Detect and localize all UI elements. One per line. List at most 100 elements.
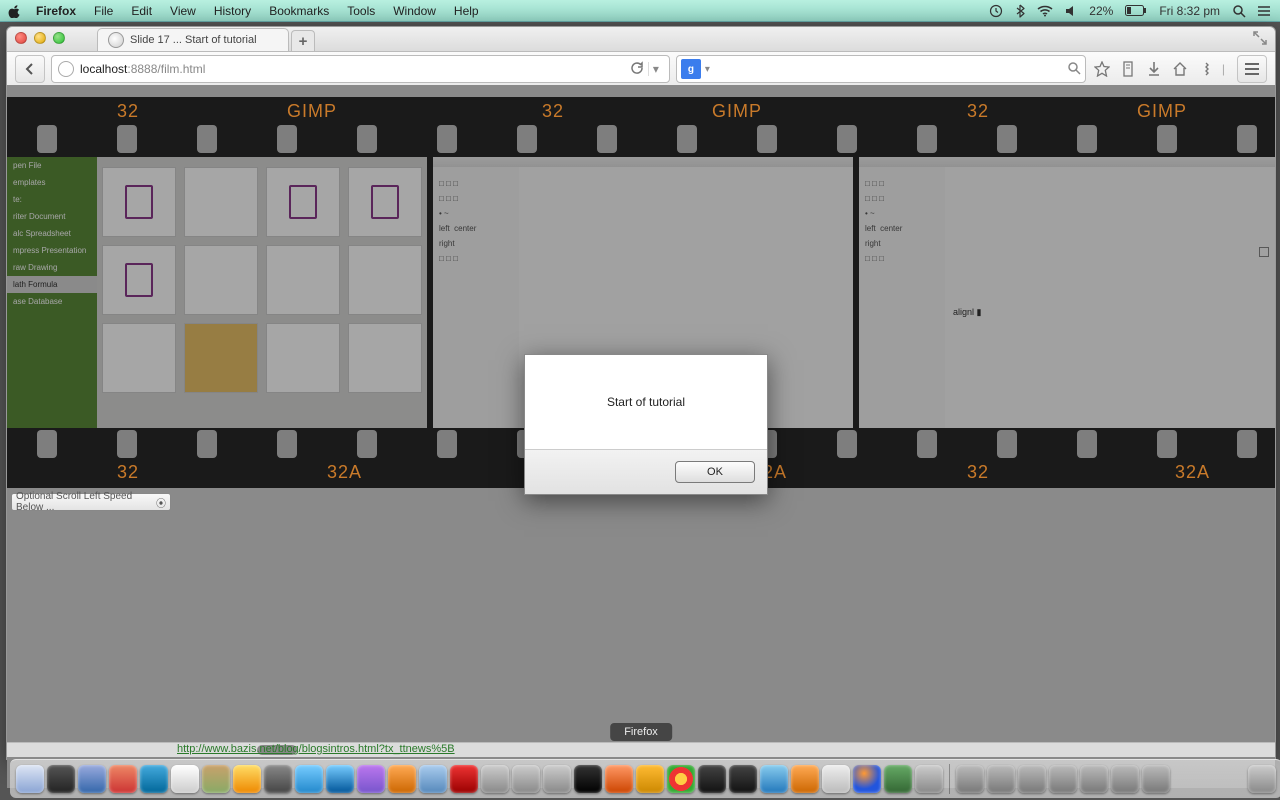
dock-launchpad[interactable] <box>47 765 75 793</box>
dock-notes[interactable] <box>233 765 261 793</box>
dock-app3[interactable] <box>326 765 354 793</box>
menu-window[interactable]: Window <box>393 4 436 18</box>
apple-menu-icon[interactable] <box>8 4 22 18</box>
menu-help[interactable]: Help <box>454 4 479 18</box>
dock-gimp[interactable] <box>636 765 664 793</box>
dock-app4[interactable] <box>388 765 416 793</box>
minimize-window-button[interactable] <box>34 32 46 44</box>
bookmark-star-icon[interactable] <box>1092 59 1112 79</box>
dock-app11[interactable] <box>760 765 788 793</box>
menu-bookmarks[interactable]: Bookmarks <box>269 4 329 18</box>
dock-minwin2[interactable] <box>987 765 1015 793</box>
chevron-updown-icon: ⦿ <box>156 495 166 510</box>
url-port: :8888 <box>127 62 157 76</box>
dock-minwin5[interactable] <box>1080 765 1108 793</box>
dock-messages[interactable] <box>295 765 323 793</box>
dock-minwin7[interactable] <box>1142 765 1170 793</box>
dock-trash[interactable] <box>1248 765 1276 793</box>
wifi-icon[interactable] <box>1037 5 1053 17</box>
downloads-icon[interactable] <box>1144 59 1164 79</box>
mac-dock <box>10 759 1280 798</box>
firefox-menu-button[interactable] <box>1237 55 1267 83</box>
firefox-toolbar: localhost:8888/film.html ▾ g ▾ | <box>7 52 1275 87</box>
dock-app15[interactable] <box>915 765 943 793</box>
dock-minwin4[interactable] <box>1049 765 1077 793</box>
scroll-speed-select[interactable]: Optional Scroll Left Speed Below ... ⦿ <box>11 493 171 511</box>
volume-icon[interactable] <box>1065 5 1077 17</box>
film-label: 32 <box>542 101 564 122</box>
menubar-clock[interactable]: Fri 8:32 pm <box>1159 4 1220 18</box>
dock-contacts[interactable] <box>202 765 230 793</box>
dock-firefox[interactable] <box>853 765 881 793</box>
film-sprockets-top <box>7 125 1275 155</box>
dock-app8[interactable] <box>605 765 633 793</box>
alert-message: Start of tutorial <box>525 355 767 449</box>
dock-itunes[interactable] <box>357 765 385 793</box>
dock-app[interactable] <box>109 765 137 793</box>
search-submit-icon[interactable] <box>1067 61 1081 78</box>
zoom-window-button[interactable] <box>53 32 65 44</box>
battery-icon <box>1125 5 1147 16</box>
alert-button-bar: OK <box>525 449 767 494</box>
dock-sysprefs[interactable] <box>481 765 509 793</box>
menu-file[interactable]: File <box>94 4 113 18</box>
dock-calendar[interactable] <box>171 765 199 793</box>
window-controls <box>15 32 65 44</box>
site-identity-icon[interactable] <box>58 61 74 77</box>
dock-hover-label: Firefox <box>610 723 672 741</box>
dock-minwin3[interactable] <box>1018 765 1046 793</box>
new-tab-button[interactable]: + <box>291 30 315 51</box>
film-frame-1: pen File emplates te: riter Document alc… <box>7 157 433 428</box>
page-content: 32 GIMP 32 GIMP 32 GIMP pen File emplate… <box>7 85 1275 759</box>
dock-finder[interactable] <box>16 765 44 793</box>
menu-view[interactable]: View <box>170 4 196 18</box>
reload-button[interactable] <box>626 61 648 78</box>
alert-ok-button[interactable]: OK <box>675 461 755 483</box>
dock-app12[interactable] <box>791 765 819 793</box>
dock-mail[interactable] <box>140 765 168 793</box>
dock-terminal[interactable] <box>574 765 602 793</box>
spotlight-icon[interactable] <box>1232 4 1246 18</box>
url-bar[interactable]: localhost:8888/film.html ▾ <box>51 55 670 83</box>
status-hover-link: http://www.bazis.net/blog/blogsintros.ht… <box>177 743 455 755</box>
bluetooth-icon[interactable] <box>1015 4 1025 18</box>
dock-app6[interactable] <box>512 765 540 793</box>
dock-app10[interactable] <box>729 765 757 793</box>
back-button[interactable] <box>15 55 45 83</box>
film-label: GIMP <box>287 101 337 122</box>
menu-history[interactable]: History <box>214 4 251 18</box>
film-frame-3: □ □ □ □ □ □ • ~ left center right □ □ □ … <box>859 157 1275 428</box>
url-path: /film.html <box>157 62 205 76</box>
home-icon[interactable] <box>1170 59 1190 79</box>
film-label: GIMP <box>1137 101 1187 122</box>
search-engine-icon[interactable]: g <box>681 59 701 79</box>
dock-appstore[interactable] <box>419 765 447 793</box>
dock-app13[interactable] <box>822 765 850 793</box>
tab-title: Slide 17 ... Start of tutorial <box>130 34 257 46</box>
dock-app9[interactable] <box>698 765 726 793</box>
battery-percent[interactable]: 22% <box>1089 4 1113 18</box>
dock-chrome[interactable] <box>667 765 695 793</box>
url-history-dropdown[interactable]: ▾ <box>648 62 663 76</box>
addon-icon[interactable] <box>1196 59 1216 79</box>
menu-edit[interactable]: Edit <box>131 4 152 18</box>
timemachine-icon[interactable] <box>989 4 1003 18</box>
dock-app5[interactable] <box>450 765 478 793</box>
dock-minwin6[interactable] <box>1111 765 1139 793</box>
search-bar[interactable]: g ▾ <box>676 55 1086 83</box>
fullscreen-icon[interactable] <box>1253 31 1267 48</box>
close-window-button[interactable] <box>15 32 27 44</box>
notification-center-icon[interactable] <box>1258 4 1272 18</box>
filmstrip-top-border: 32 GIMP 32 GIMP 32 GIMP <box>7 97 1275 157</box>
firefox-titlebar: Slide 17 ... Start of tutorial + <box>7 27 1275 52</box>
mac-menubar: Firefox File Edit View History Bookmarks… <box>0 0 1280 22</box>
menu-tools[interactable]: Tools <box>347 4 375 18</box>
dock-minwin1[interactable] <box>956 765 984 793</box>
app-name[interactable]: Firefox <box>36 4 76 18</box>
browser-tab-active[interactable]: Slide 17 ... Start of tutorial <box>97 28 289 51</box>
dock-app14[interactable] <box>884 765 912 793</box>
bookmarks-list-icon[interactable] <box>1118 59 1138 79</box>
dock-app2[interactable] <box>264 765 292 793</box>
dock-safari[interactable] <box>78 765 106 793</box>
dock-app7[interactable] <box>543 765 571 793</box>
